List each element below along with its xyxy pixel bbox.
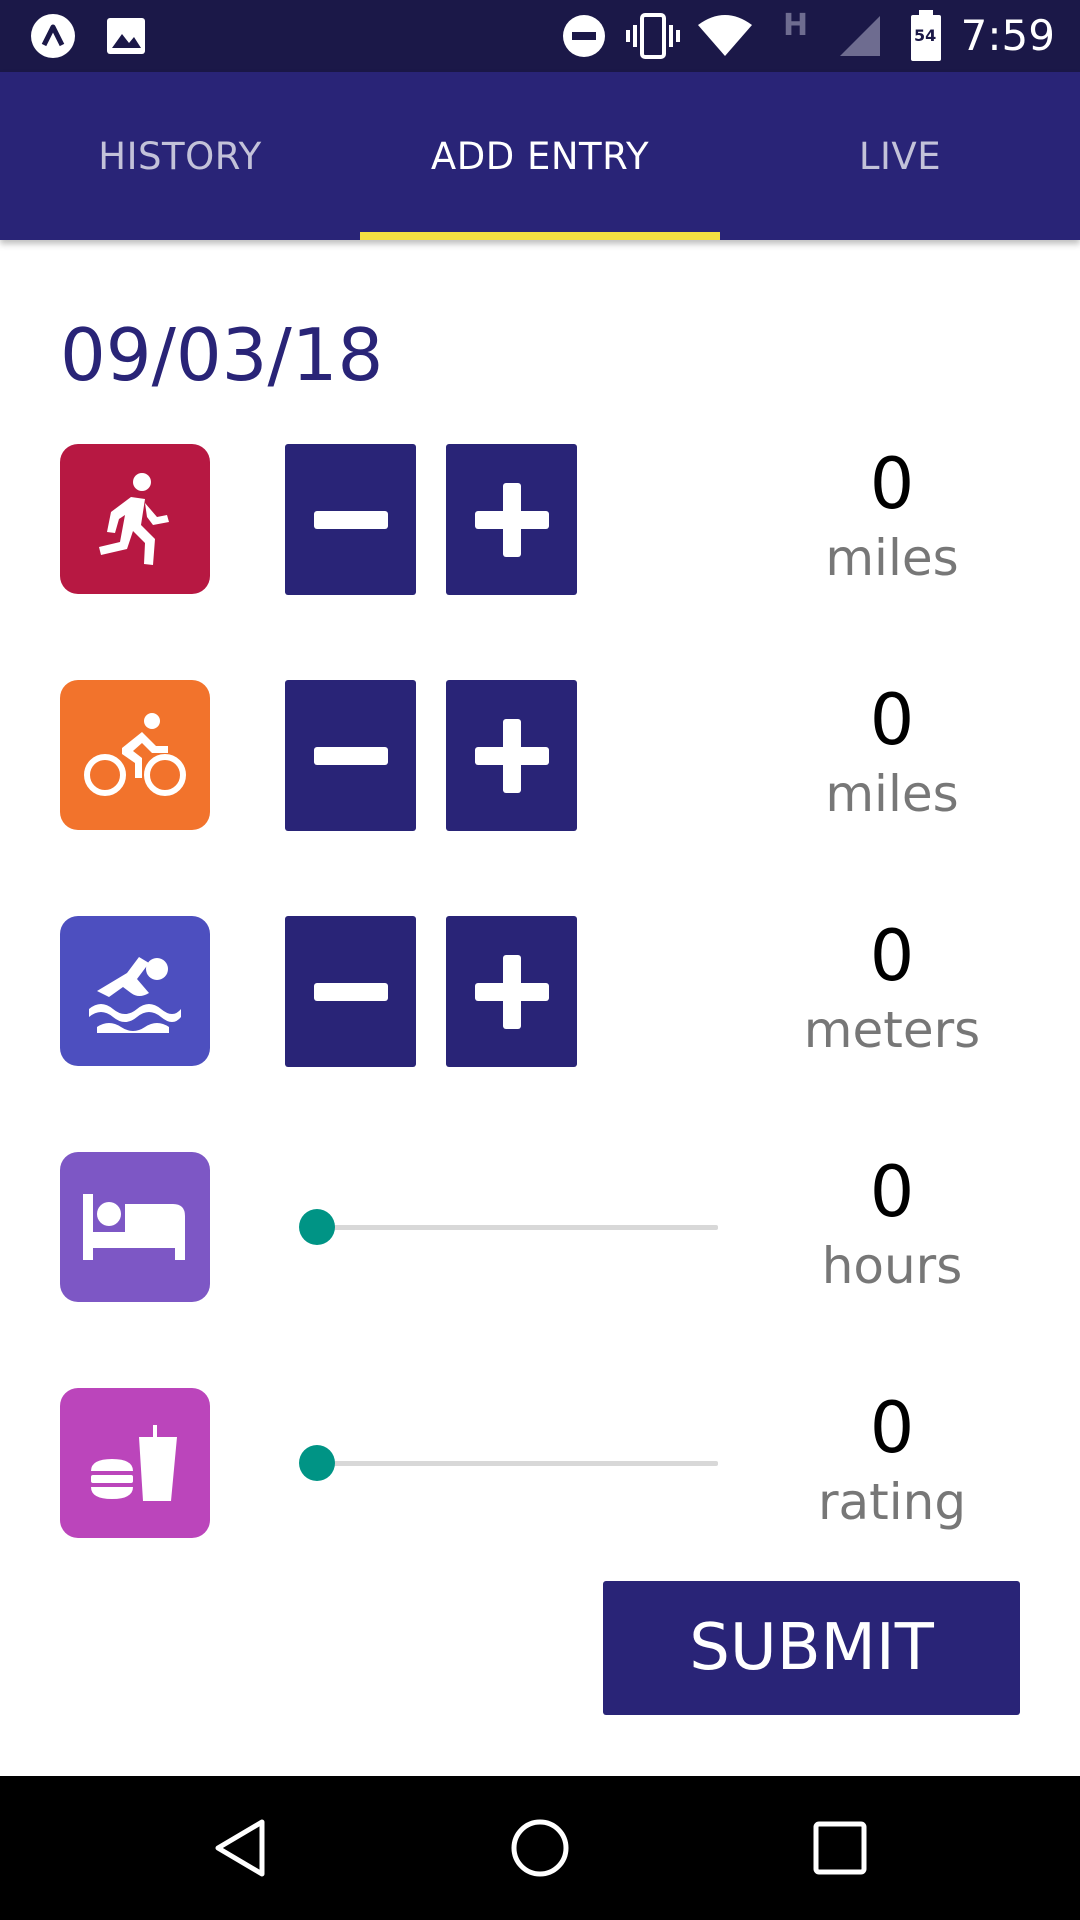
swim-value: 0 xyxy=(869,915,915,997)
sleep-slider[interactable] xyxy=(299,1209,718,1245)
tab-bar: HISTORY ADD ENTRY LIVE xyxy=(0,72,1080,240)
run-icon-tile xyxy=(60,444,210,594)
run-increment-button[interactable] xyxy=(446,444,577,595)
bike-unit: miles xyxy=(825,765,959,823)
run-value: 0 xyxy=(869,443,915,525)
swimming-icon xyxy=(89,957,181,1033)
entry-row-run: 0 miles xyxy=(0,444,1080,595)
battery-level: 54 xyxy=(914,26,937,45)
tab-live[interactable]: LIVE xyxy=(720,72,1080,240)
bed-icon xyxy=(83,1194,185,1260)
food-drink-icon xyxy=(91,1425,177,1501)
swim-unit: meters xyxy=(803,1001,981,1059)
app-notification-icon xyxy=(31,14,75,58)
slider-track xyxy=(317,1461,718,1466)
vibrate-icon xyxy=(626,13,680,59)
sleep-value: 0 xyxy=(869,1151,915,1233)
minus-icon xyxy=(313,746,388,765)
entry-row-sleep: 0 hours xyxy=(0,1152,1080,1302)
minus-icon xyxy=(313,510,388,529)
system-nav-bar xyxy=(0,1776,1080,1920)
sleep-unit: hours xyxy=(821,1237,963,1295)
home-icon[interactable] xyxy=(508,1816,572,1880)
recents-icon[interactable] xyxy=(808,1816,872,1880)
submit-button[interactable]: SUBMIT xyxy=(603,1581,1020,1715)
tab-history[interactable]: HISTORY xyxy=(0,72,360,240)
eat-value: 0 xyxy=(869,1387,915,1469)
slider-track xyxy=(317,1225,718,1230)
bike-increment-button[interactable] xyxy=(446,680,577,831)
swim-metric: 0 meters xyxy=(772,916,1012,1060)
bike-icon-tile xyxy=(60,680,210,830)
tab-add-entry[interactable]: ADD ENTRY xyxy=(360,72,720,240)
swim-decrement-button[interactable] xyxy=(285,916,416,1067)
wifi-icon xyxy=(698,15,752,56)
entry-row-swim: 0 meters xyxy=(0,916,1080,1067)
eat-icon-tile xyxy=(60,1388,210,1538)
sleep-metric: 0 hours xyxy=(772,1152,1012,1296)
image-notification-icon xyxy=(107,18,145,54)
entry-date: 09/03/18 xyxy=(60,313,384,397)
entry-row-eat: 0 rating xyxy=(0,1388,1080,1538)
plus-icon xyxy=(474,954,549,1029)
back-icon[interactable] xyxy=(210,1816,274,1880)
plus-icon xyxy=(474,482,549,557)
eat-slider[interactable] xyxy=(299,1445,718,1481)
entry-row-bike: 0 miles xyxy=(0,680,1080,831)
bicycle-icon xyxy=(84,713,186,796)
do-not-disturb-icon xyxy=(563,15,605,57)
plus-icon xyxy=(474,718,549,793)
run-unit: miles xyxy=(825,529,959,587)
running-icon xyxy=(99,473,169,565)
sleep-icon-tile xyxy=(60,1152,210,1302)
active-tab-indicator xyxy=(360,232,720,240)
slider-thumb[interactable] xyxy=(299,1209,335,1245)
bike-metric: 0 miles xyxy=(772,680,1012,824)
minus-icon xyxy=(313,982,388,1001)
run-decrement-button[interactable] xyxy=(285,444,416,595)
run-metric: 0 miles xyxy=(772,444,1012,588)
network-type-label: H xyxy=(783,8,809,43)
cell-signal-icon xyxy=(840,16,880,56)
swim-increment-button[interactable] xyxy=(446,916,577,1067)
eat-metric: 0 rating xyxy=(772,1388,1012,1532)
bike-value: 0 xyxy=(869,679,915,761)
slider-thumb[interactable] xyxy=(299,1445,335,1481)
eat-unit: rating xyxy=(817,1473,967,1531)
status-time: 7:59 xyxy=(960,11,1055,60)
bike-decrement-button[interactable] xyxy=(285,680,416,831)
swim-icon-tile xyxy=(60,916,210,1066)
status-bar: H 54 7:59 xyxy=(0,0,1080,72)
